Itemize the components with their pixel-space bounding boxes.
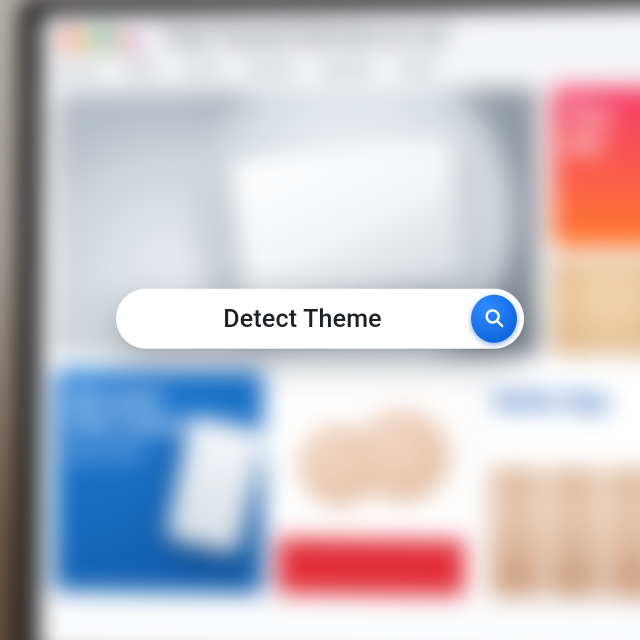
search-bar	[116, 289, 524, 349]
search-button[interactable]	[471, 295, 517, 343]
magnifier-icon	[483, 306, 505, 331]
search-input[interactable]	[144, 304, 471, 333]
